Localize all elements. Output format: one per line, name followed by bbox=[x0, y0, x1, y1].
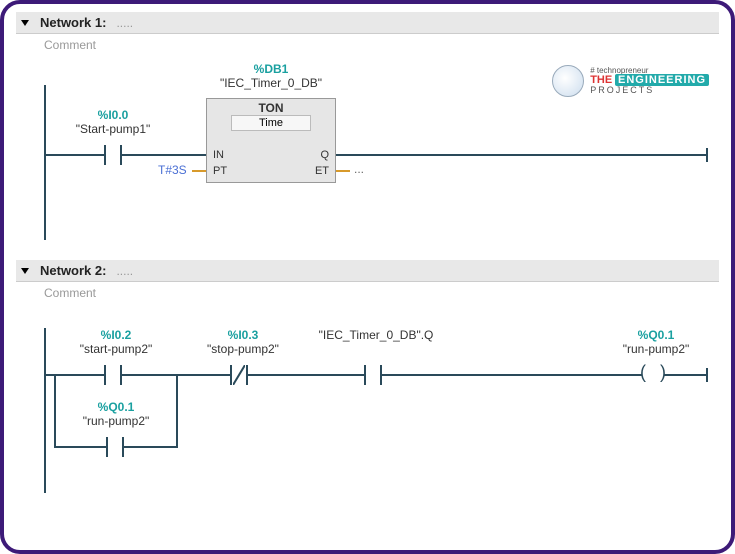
no-contact-startpump2[interactable] bbox=[104, 365, 122, 385]
et-value: ... bbox=[354, 162, 364, 176]
network-1-header[interactable]: Network 1: ..... bbox=[16, 12, 719, 34]
timer-subtype: Time bbox=[231, 115, 311, 131]
no-contact-timerq[interactable] bbox=[364, 365, 382, 385]
rung-1: # technopreneur THE ENGINEERING PROJECTS… bbox=[16, 60, 719, 250]
contact-startpump2-addr: %I0.2 bbox=[61, 328, 171, 342]
timer-ton-block[interactable]: TON Time IN PT Q ET bbox=[206, 98, 336, 183]
wire bbox=[122, 154, 206, 156]
branch-down-right bbox=[176, 374, 178, 446]
network-2-header[interactable]: Network 2: ..... bbox=[16, 260, 719, 282]
contact-startpump2-labels: %I0.2 "start-pump2" bbox=[61, 328, 171, 356]
rung-2: %I0.2 "start-pump2" %I0.3 "stop-pump2" "… bbox=[16, 308, 719, 498]
wire bbox=[382, 374, 642, 376]
branch-down-left bbox=[54, 374, 56, 446]
wire bbox=[336, 154, 706, 156]
network-2-title: Network 2: bbox=[40, 263, 106, 278]
wire bbox=[664, 374, 706, 376]
wire bbox=[124, 446, 178, 448]
contact-timerq-sym: "IEC_Timer_0_DB".Q bbox=[316, 328, 436, 342]
no-contact-sealin-runpump2[interactable] bbox=[106, 437, 124, 457]
network-2-dots: ..... bbox=[116, 264, 133, 278]
network-1-dots: ..... bbox=[116, 16, 133, 30]
watermark-proj: PROJECTS bbox=[590, 86, 709, 95]
coil-runpump2-addr: %Q0.1 bbox=[601, 328, 711, 342]
contact-startpump1-addr: %I0.0 bbox=[58, 108, 168, 122]
sealin-runpump2-sym: "run-pump2" bbox=[61, 414, 171, 428]
timer-db-labels: %DB1 "IEC_Timer_0_DB" bbox=[191, 62, 351, 90]
timer-db-addr: %DB1 bbox=[191, 62, 351, 76]
network-2-comment[interactable]: Comment bbox=[16, 282, 719, 308]
pin-in-label: IN bbox=[213, 149, 224, 161]
robot-icon bbox=[552, 65, 584, 97]
rail-end bbox=[706, 148, 708, 162]
contact-startpump1-labels: %I0.0 "Start-pump1" bbox=[58, 108, 168, 136]
no-contact-startpump1[interactable] bbox=[104, 145, 122, 165]
contact-stoppump2-addr: %I0.3 bbox=[188, 328, 298, 342]
sealin-runpump2-addr: %Q0.1 bbox=[61, 400, 171, 414]
network-1: Network 1: ..... Comment # technopreneur… bbox=[16, 12, 719, 250]
contact-stoppump2-sym: "stop-pump2" bbox=[188, 342, 298, 356]
coil-runpump2-labels: %Q0.1 "run-pump2" bbox=[601, 328, 711, 356]
pin-et-label: ET bbox=[315, 165, 329, 177]
wire bbox=[248, 374, 364, 376]
contact-startpump1-sym: "Start-pump1" bbox=[58, 122, 168, 136]
power-rail bbox=[44, 328, 46, 493]
timer-type: TON bbox=[207, 99, 335, 115]
sealin-runpump2-labels: %Q0.1 "run-pump2" bbox=[61, 400, 171, 428]
rail-end bbox=[706, 368, 708, 382]
power-rail bbox=[44, 85, 46, 240]
wire bbox=[54, 446, 106, 448]
network-1-comment[interactable]: Comment bbox=[16, 34, 719, 60]
contact-timerq-labels: "IEC_Timer_0_DB".Q bbox=[316, 328, 436, 342]
collapse-icon[interactable] bbox=[21, 20, 29, 26]
nc-contact-stoppump2[interactable] bbox=[230, 365, 248, 385]
coil-runpump2-sym: "run-pump2" bbox=[601, 342, 711, 356]
network-1-title: Network 1: bbox=[40, 15, 106, 30]
coil-runpump2[interactable]: () bbox=[642, 365, 664, 385]
timer-db-name: "IEC_Timer_0_DB" bbox=[191, 76, 351, 90]
network-2: Network 2: ..... Comment %I0.2 "start-pu… bbox=[16, 260, 719, 498]
watermark-logo: # technopreneur THE ENGINEERING PROJECTS bbox=[552, 65, 709, 97]
pin-pt-label: PT bbox=[213, 165, 227, 177]
pin-stub bbox=[192, 170, 206, 172]
collapse-icon[interactable] bbox=[21, 268, 29, 274]
pin-q-label: Q bbox=[320, 149, 329, 161]
pin-stub bbox=[336, 170, 350, 172]
wire bbox=[46, 154, 104, 156]
contact-startpump2-sym: "start-pump2" bbox=[61, 342, 171, 356]
contact-stoppump2-labels: %I0.3 "stop-pump2" bbox=[188, 328, 298, 356]
pt-value[interactable]: T#3S bbox=[158, 163, 187, 177]
